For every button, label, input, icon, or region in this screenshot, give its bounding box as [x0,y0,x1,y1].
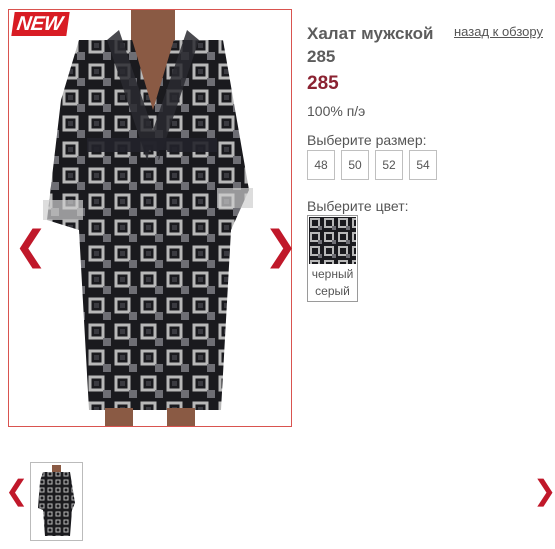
product-price: 285 [307,73,339,94]
thumbs-next-chevron-right-icon[interactable]: ❯ [533,476,555,506]
color-option-label: черный серый [308,266,357,300]
color-name-line1: черный [311,267,354,281]
color-swatch-image [309,217,356,264]
thumbnail-image[interactable] [30,462,83,541]
color-name-line2: серый [315,284,350,298]
robe-photo [9,10,291,426]
size-option-48[interactable]: 48 [307,150,335,180]
back-to-overview-link[interactable]: назад к обзору [454,24,543,39]
prev-image-chevron-left-icon[interactable]: ❮ [14,226,48,266]
size-options: 48 50 52 54 [307,150,437,180]
color-option-black-gray[interactable]: черный серый [307,215,358,302]
size-option-50[interactable]: 50 [341,150,369,180]
next-image-chevron-right-icon[interactable]: ❯ [264,226,298,266]
product-material: 100% п/э [307,103,366,119]
thumbs-prev-chevron-left-icon[interactable]: ❮ [5,476,28,506]
size-option-54[interactable]: 54 [409,150,437,180]
new-badge: NEW [11,12,70,36]
size-option-52[interactable]: 52 [375,150,403,180]
color-picker-label: Выберите цвет: [307,198,409,214]
thumbnail-robe-photo [31,463,82,540]
size-picker-label: Выберите размер: [307,132,427,148]
main-product-image[interactable]: NEW [8,9,292,427]
product-title: Халат мужской 285 [307,24,434,66]
